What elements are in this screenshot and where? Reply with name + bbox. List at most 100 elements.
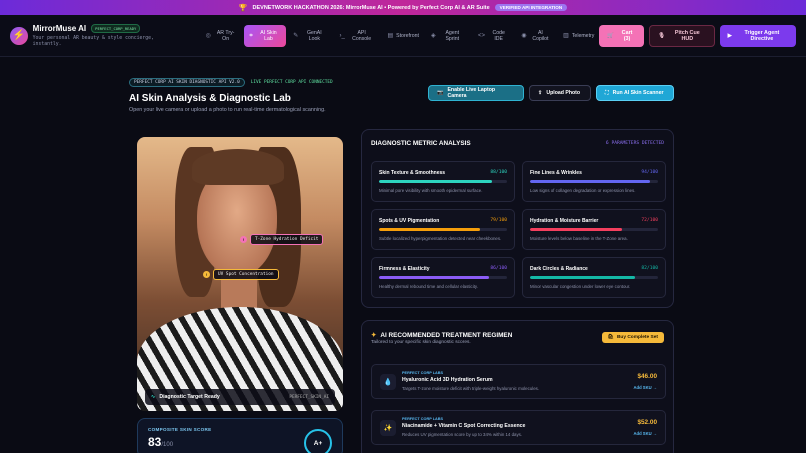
product-card: 💧 PERFECT CORP LABS Hyaluronic Acid 3D H… bbox=[371, 364, 666, 399]
regimen-title: ✦ AI RECOMMENDED TREATMENT REGIMEN bbox=[371, 331, 513, 340]
brand-tagline: Your personal AR beauty & style concierg… bbox=[32, 35, 154, 47]
run-scanner-button[interactable]: ⛶ Run AI Skin Scanner bbox=[596, 85, 674, 101]
parameter-count: 6 PARAMETERS DETECTED bbox=[605, 141, 664, 146]
brand: MirrorMuse AI PERFECT_CORP_READY Your pe… bbox=[32, 23, 183, 48]
tzone-marker[interactable]: ! T-Zone Hydration Deficit bbox=[240, 234, 324, 245]
metric-bar-fill bbox=[530, 276, 635, 279]
metric-panel-title: DIAGNOSTIC METRIC ANALYSIS bbox=[371, 140, 471, 147]
add-sku-link[interactable]: Add SKU → bbox=[634, 431, 658, 436]
composite-score-card: COMPOSITE SKIN SCORE 83/100 A+ bbox=[137, 418, 343, 453]
metric-name: Firmness & Elasticity bbox=[379, 266, 430, 272]
metric-bar-fill bbox=[530, 228, 623, 231]
sparkles-icon: ◎ bbox=[205, 32, 211, 39]
metric-score: 88/100 bbox=[490, 170, 507, 175]
store-icon: ▤ bbox=[387, 32, 394, 39]
metric-bar bbox=[379, 180, 507, 183]
buy-complete-set-button[interactable]: 🛍 Buy Complete Set bbox=[601, 332, 664, 343]
page-title: AI Skin Analysis & Diagnostic Lab bbox=[129, 93, 291, 104]
bag-icon: 🛍 bbox=[607, 335, 614, 340]
camera-icon: 📷 bbox=[437, 90, 444, 96]
metric-card: Skin Texture & Smoothness 88/100 Minimal p… bbox=[371, 161, 515, 202]
top-nav: ⚡ MirrorMuse AI PERFECT_CORP_READY Your … bbox=[0, 15, 806, 57]
metric-card: Fine Lines & Wrinkles 94/100 Low signs of … bbox=[522, 161, 666, 202]
logo-icon: ⚡ bbox=[10, 26, 28, 45]
metric-score: 86/100 bbox=[490, 266, 507, 271]
metric-name: Skin Texture & Smoothness bbox=[379, 170, 446, 176]
tab-ai-skin-lab[interactable]: ⌗ AI Skin Lab bbox=[244, 24, 287, 47]
metric-bar-fill bbox=[379, 276, 490, 279]
metric-name: Spots & UV Pigmentation bbox=[379, 218, 440, 224]
metric-card: Hydration & Moisture Barrier 72/100 Moistu… bbox=[522, 209, 666, 250]
upload-photo-button[interactable]: ⇪ Upload Photo bbox=[529, 85, 591, 101]
marker-dot-icon: ! bbox=[203, 271, 210, 278]
metric-name: Dark Circles & Radiance bbox=[530, 266, 588, 272]
tab-telemetry[interactable]: ▥ Telemetry bbox=[558, 25, 599, 47]
terminal-icon: ›_ bbox=[339, 32, 345, 39]
product-name: Hyaluronic Acid 3D Hydration Serum bbox=[402, 377, 493, 383]
trigger-agent-button[interactable]: ▶ Trigger Agent Directive bbox=[719, 24, 796, 47]
bot-icon: ◉ bbox=[521, 32, 527, 39]
tab-ai-copilot[interactable]: ◉ AI Copilot bbox=[516, 25, 556, 47]
sparkle-icon: ✨ bbox=[380, 420, 396, 436]
metric-bar bbox=[379, 228, 507, 231]
uv-marker[interactable]: ! UV Spot Concentration bbox=[203, 269, 279, 280]
wand-icon: ✎ bbox=[293, 32, 299, 39]
cart-button[interactable]: 🛒 Cart (3) bbox=[599, 24, 645, 47]
chart-icon: ▥ bbox=[563, 32, 569, 39]
product-name: Niacinamide + Vitamin C Spot Correcting … bbox=[402, 423, 526, 429]
metric-score: 79/100 bbox=[490, 218, 507, 223]
product-price: $46.00 bbox=[637, 373, 657, 380]
metric-card: Spots & UV Pigmentation 79/100 Subtle loca… bbox=[371, 209, 515, 250]
page-header: PERFECT CORP AI SKIN DIAGNOSTIC API V2.0… bbox=[129, 78, 333, 113]
score-grade: A+ bbox=[304, 429, 332, 453]
metric-desc: Moisture levels below baseline in the T-… bbox=[530, 236, 628, 241]
verified-pill: VERIFIED API INTEGRATION bbox=[494, 4, 568, 11]
metric-bar bbox=[379, 276, 507, 279]
nav-tabs: ◎ AR Try-On ⌗ AI Skin Lab ✎ GenAI Look ›_ AP… bbox=[201, 24, 600, 47]
metric-panel: DIAGNOSTIC METRIC ANALYSIS 6 PARAMETERS … bbox=[361, 129, 674, 308]
metric-bar-fill bbox=[379, 180, 492, 183]
enable-camera-button[interactable]: 📷 Enable Live Laptop Camera bbox=[428, 85, 524, 101]
hackathon-banner: 🏆 DEVNETWORK HACKATHON 2026: MirrorMuse … bbox=[0, 0, 806, 15]
action-bar: 📷 Enable Live Laptop Camera ⇪ Upload Photo… bbox=[428, 85, 674, 101]
droplet-icon: 💧 bbox=[380, 374, 396, 390]
metric-card: Dark Circles & Radiance 82/100 Minor vascu… bbox=[522, 257, 666, 298]
product-card: ✨ PERFECT CORP LABS Niacinamide + Vitami… bbox=[371, 410, 666, 445]
pulse-icon: ∿ bbox=[151, 394, 156, 400]
tab-ar-try-on[interactable]: ◎ AR Try-On bbox=[201, 25, 243, 47]
metric-score: 82/100 bbox=[641, 266, 658, 271]
metric-desc: Low signs of collagen degradation or exp… bbox=[530, 188, 636, 193]
metric-desc: Minimal pore visibility with smooth epid… bbox=[379, 188, 483, 193]
marker-dot-icon: ! bbox=[240, 236, 247, 243]
metric-score: 94/100 bbox=[641, 170, 658, 175]
tab-storefront[interactable]: ▤ Storefront bbox=[382, 25, 423, 47]
metric-score: 72/100 bbox=[641, 218, 658, 223]
score-label: COMPOSITE SKIN SCORE bbox=[148, 427, 212, 432]
mic-icon: 🎙 bbox=[658, 32, 665, 39]
subject-photo: ! T-Zone Hydration Deficit ! UV Spot Con… bbox=[137, 137, 343, 411]
pitch-cue-button[interactable]: 🎙 Pitch Cue HUD bbox=[649, 24, 715, 47]
tab-code-ide[interactable]: <> Code IDE bbox=[473, 25, 514, 47]
cart-icon: 🛒 bbox=[607, 32, 615, 39]
tab-api-console[interactable]: ›_ API Console bbox=[335, 25, 381, 47]
diagnostic-status: ∿ Diagnostic Target Ready PERFECT_SKIN_A… bbox=[145, 389, 335, 405]
play-icon: ▶ bbox=[727, 32, 732, 39]
trophy-icon: 🏆 bbox=[238, 4, 248, 12]
tab-agent-sprint[interactable]: ◈ Agent Sprint bbox=[426, 25, 471, 47]
scan-icon: ⌗ bbox=[249, 32, 253, 39]
product-price: $52.00 bbox=[637, 419, 657, 426]
ready-badge: PERFECT_CORP_READY bbox=[91, 23, 141, 33]
metric-bar bbox=[530, 276, 658, 279]
page-subtitle: Open your live camera or upload a photo … bbox=[129, 107, 326, 113]
sparkle-icon: ✦ bbox=[371, 332, 377, 339]
add-sku-link[interactable]: Add SKU → bbox=[634, 385, 658, 390]
metric-bar-fill bbox=[530, 180, 651, 183]
metric-bar bbox=[530, 228, 658, 231]
banner-text: DEVNETWORK HACKATHON 2026: MirrorMuse AI… bbox=[252, 4, 490, 11]
api-version-badge: PERFECT CORP AI SKIN DIAGNOSTIC API V2.0 bbox=[129, 78, 245, 87]
tab-genai-look[interactable]: ✎ GenAI Look bbox=[288, 25, 332, 47]
code-icon: <> bbox=[477, 32, 485, 39]
regimen-subtitle: Tailored to your specific skin diagnosti… bbox=[371, 340, 471, 345]
brand-name: MirrorMuse AI bbox=[32, 23, 87, 33]
scan-icon: ⛶ bbox=[605, 89, 609, 96]
